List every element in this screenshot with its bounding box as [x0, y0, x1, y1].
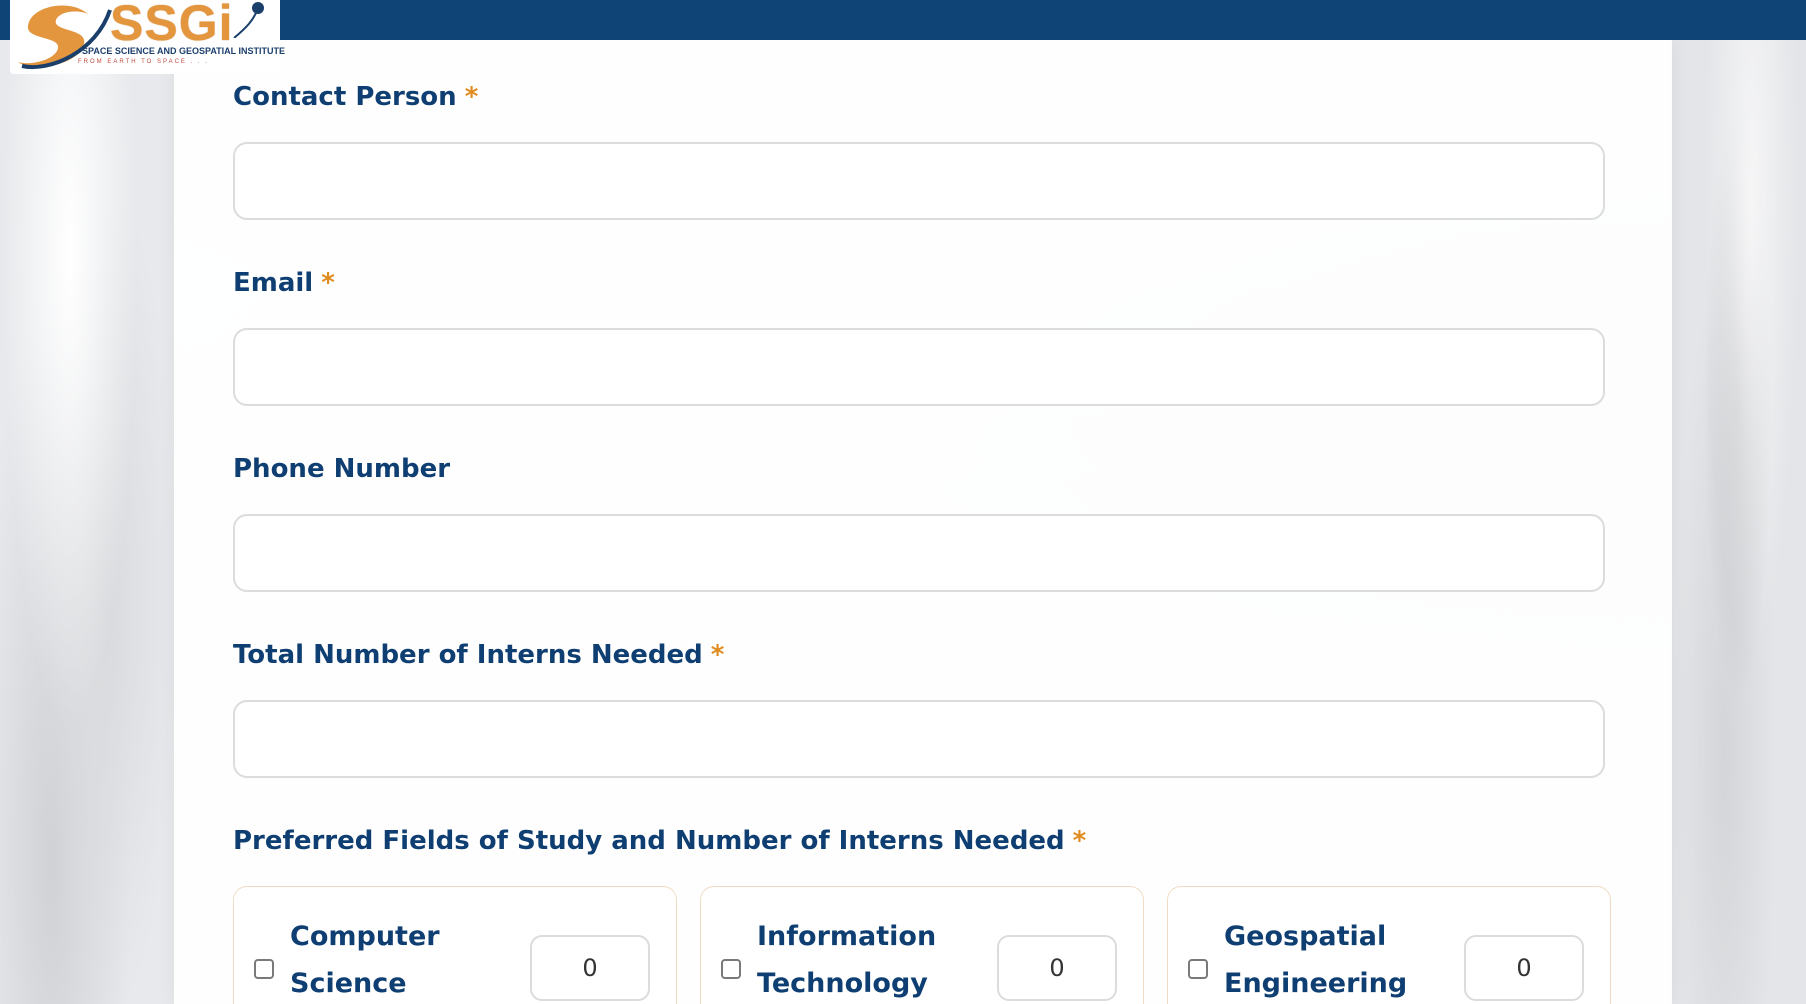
form-card: Contact Person * Email * Phone Number Tota…: [174, 40, 1672, 1004]
study-label-line2: Technology: [757, 968, 928, 999]
geospatial-engineering-label[interactable]: Geospatial Engineering: [1224, 913, 1454, 1004]
study-label-line1: Computer: [290, 921, 440, 952]
study-label-line2: Science: [290, 968, 407, 999]
computer-science-label[interactable]: Computer Science: [290, 913, 520, 1004]
logo-wordmark: SSGi: [110, 0, 234, 51]
contact-person-label: Contact Person *: [233, 82, 478, 112]
fields-of-study-label: Preferred Fields of Study and Number of …: [233, 826, 1086, 856]
required-marker: *: [321, 268, 335, 298]
information-technology-count-input[interactable]: [997, 935, 1117, 1001]
contact-person-input[interactable]: [233, 142, 1605, 220]
study-label-line1: Information: [757, 921, 937, 952]
geospatial-engineering-checkbox[interactable]: [1188, 959, 1208, 979]
total-interns-label-text: Total Number of Interns Needed: [233, 640, 703, 670]
background-right: [1670, 0, 1806, 1004]
fields-of-study-label-text: Preferred Fields of Study and Number of …: [233, 826, 1065, 856]
background-left: [0, 0, 175, 1004]
information-technology-label[interactable]: Information Technology: [757, 913, 987, 1004]
required-marker: *: [464, 82, 479, 112]
email-label-text: Email: [233, 268, 314, 298]
phone-number-input[interactable]: [233, 514, 1605, 592]
logo-tagline: FROM EARTH TO SPACE . . .: [78, 59, 209, 65]
field-of-study-information-technology: Information Technology: [700, 886, 1144, 1004]
total-interns-label: Total Number of Interns Needed *: [233, 640, 724, 670]
study-label-line2: Engineering: [1224, 968, 1408, 999]
email-input[interactable]: [233, 328, 1605, 406]
information-technology-checkbox[interactable]: [721, 959, 741, 979]
phone-number-label-text: Phone Number: [233, 454, 451, 484]
required-marker: *: [710, 640, 725, 670]
logo-subtitle: SPACE SCIENCE AND GEOSPATIAL INSTITUTE: [82, 46, 286, 56]
field-of-study-computer-science: Computer Science: [233, 886, 677, 1004]
computer-science-count-input[interactable]: [530, 935, 650, 1001]
field-of-study-geospatial-engineering: Geospatial Engineering: [1167, 886, 1611, 1004]
geospatial-engineering-count-input[interactable]: [1464, 935, 1584, 1001]
ssgi-logo[interactable]: SSGi SPACE SCIENCE AND GEOSPATIAL INSTIT…: [10, 0, 285, 74]
computer-science-checkbox[interactable]: [254, 959, 274, 979]
required-marker: *: [1072, 826, 1087, 856]
phone-number-label: Phone Number: [233, 454, 450, 484]
contact-person-label-text: Contact Person: [233, 82, 457, 112]
study-label-line1: Geospatial: [1224, 921, 1387, 952]
total-interns-input[interactable]: [233, 700, 1605, 778]
email-label: Email *: [233, 268, 335, 298]
logo-satellite-icon: [233, 2, 264, 38]
